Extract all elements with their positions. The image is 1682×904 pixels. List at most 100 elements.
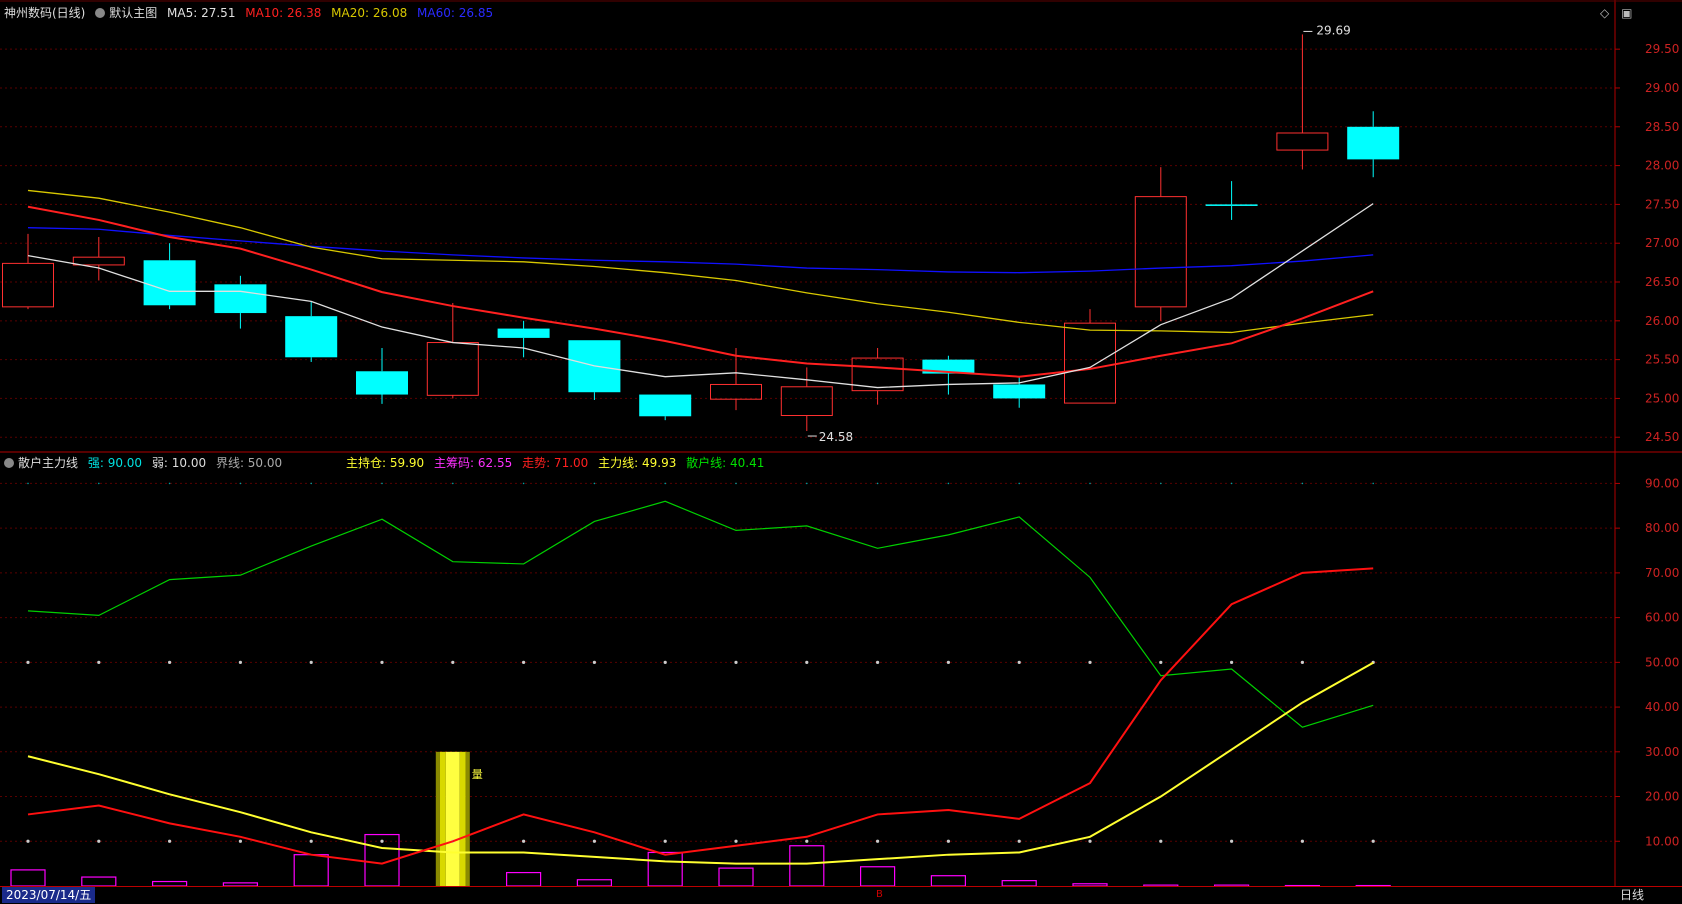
reference-dot [1301,661,1304,664]
stock-title[interactable]: 神州数码(日线) [4,6,85,20]
indicator-tick-label: 10.00 [1645,834,1679,848]
price-legend: 神州数码(日线) 默认主图 MA5: 27.51 MA10: 26.38 MA2… [4,4,499,22]
price-tick-label: 25.50 [1645,353,1679,367]
reference-dot [664,840,667,843]
reference-dot [876,661,879,664]
reference-dot [947,661,950,664]
reference-dot [523,483,525,485]
cursor-date: 2023/07/14/五 [2,887,95,903]
ma60-label: MA60: 26.85 [417,6,493,20]
price-tick-label: 28.50 [1645,120,1679,134]
price-tick-label: 26.00 [1645,314,1679,328]
reference-dot [310,661,313,664]
mid-mark: B [876,887,883,903]
main-hold-label: 主持仓: 59.90 [346,456,424,470]
indicator-title[interactable]: 散户主力线 [18,456,78,470]
reference-dot [168,840,171,843]
highlight-bar-segment [440,752,446,886]
boundary-label: 界线: 50.00 [216,456,282,470]
diamond-icon[interactable]: ◇ [1600,6,1609,20]
candle-body [285,316,337,357]
reference-dot [522,661,525,664]
reference-dot [1230,661,1233,664]
candle-body [144,260,196,305]
chart-stage[interactable]: 29.6924.58 量 29.5029.0028.5028.0027.5027… [0,0,1682,903]
reference-dot [1372,483,1374,485]
reference-dot [26,661,29,664]
reference-dot [805,661,808,664]
reference-dot [1089,483,1091,485]
indicator-tick-label: 30.00 [1645,745,1679,759]
candle-body [498,329,550,338]
reference-dot [169,483,171,485]
reference-dot [1018,840,1021,843]
reference-dot [1018,483,1020,485]
period-label[interactable]: 日线 [1620,887,1644,903]
reference-dot [381,483,383,485]
reference-dot [664,483,666,485]
price-tick-label: 27.00 [1645,236,1679,250]
reference-dot [380,661,383,664]
indicator-tick-label: 80.00 [1645,521,1679,535]
price-tick-label: 26.50 [1645,275,1679,289]
reference-dot [26,840,29,843]
weak-label: 弱: 10.00 [152,456,206,470]
indicator-tick-label: 40.00 [1645,700,1679,714]
settings-dot-icon[interactable] [95,8,105,18]
reference-dot [876,840,879,843]
candle-body [356,371,408,394]
indicator-settings-dot-icon[interactable] [4,458,14,468]
reference-dot [1231,483,1233,485]
reference-dot [1301,840,1304,843]
reference-dot [594,483,596,485]
price-tick-label: 29.00 [1645,81,1679,95]
reference-dot [1088,661,1091,664]
ma10-label: MA10: 26.38 [245,6,321,20]
highlight-bar-segment [436,752,440,886]
reference-dot [1230,840,1233,843]
reference-dot [593,840,596,843]
reference-dot [1372,840,1375,843]
chart-name[interactable]: 默认主图 [109,6,157,20]
box-icon[interactable]: ▣ [1621,6,1632,20]
price-tick-label: 29.50 [1645,42,1679,56]
price-tick-label: 25.00 [1645,391,1679,405]
ma20-label: MA20: 26.08 [331,6,407,20]
reference-dot [451,661,454,664]
indicator-tick-label: 50.00 [1645,655,1679,669]
candle-body [1206,204,1258,206]
reference-dot [877,483,879,485]
candle-body [214,284,266,313]
reference-dot [97,840,100,843]
reference-dot [735,483,737,485]
reference-dot [1160,483,1162,485]
reference-dot [734,840,737,843]
reference-dot [452,483,454,485]
reference-dot [947,840,950,843]
indicator-tick-label: 70.00 [1645,566,1679,580]
window-controls: ◇ ▣ [1592,6,1632,20]
extreme-label: 29.69 [1316,23,1350,37]
indicator-tick-label: 20.00 [1645,790,1679,804]
chart-svg[interactable]: 29.6924.58 量 29.5029.0028.5028.0027.5027… [0,0,1682,886]
main-chips-label: 主筹码: 62.55 [434,456,512,470]
reference-dot [240,483,242,485]
reference-dot [239,661,242,664]
reference-dot [734,661,737,664]
reference-dot [806,483,808,485]
reference-dot [310,483,312,485]
reference-dot [522,840,525,843]
reference-dot [1018,661,1021,664]
extreme-label: 24.58 [819,430,853,444]
reference-dot [1088,840,1091,843]
main-line-label: 主力线: 49.93 [598,456,676,470]
reference-dot [97,661,100,664]
price-tick-label: 28.00 [1645,159,1679,173]
reference-dot [1159,840,1162,843]
price-tick-label: 24.50 [1645,430,1679,444]
reference-dot [168,661,171,664]
reference-dot [664,661,667,664]
indicator-legend: 散户主力线 强: 90.00 弱: 10.00 界线: 50.00 主持仓: 5… [4,454,770,472]
highlight-bar-segment [446,752,460,886]
candle-body [639,395,691,417]
